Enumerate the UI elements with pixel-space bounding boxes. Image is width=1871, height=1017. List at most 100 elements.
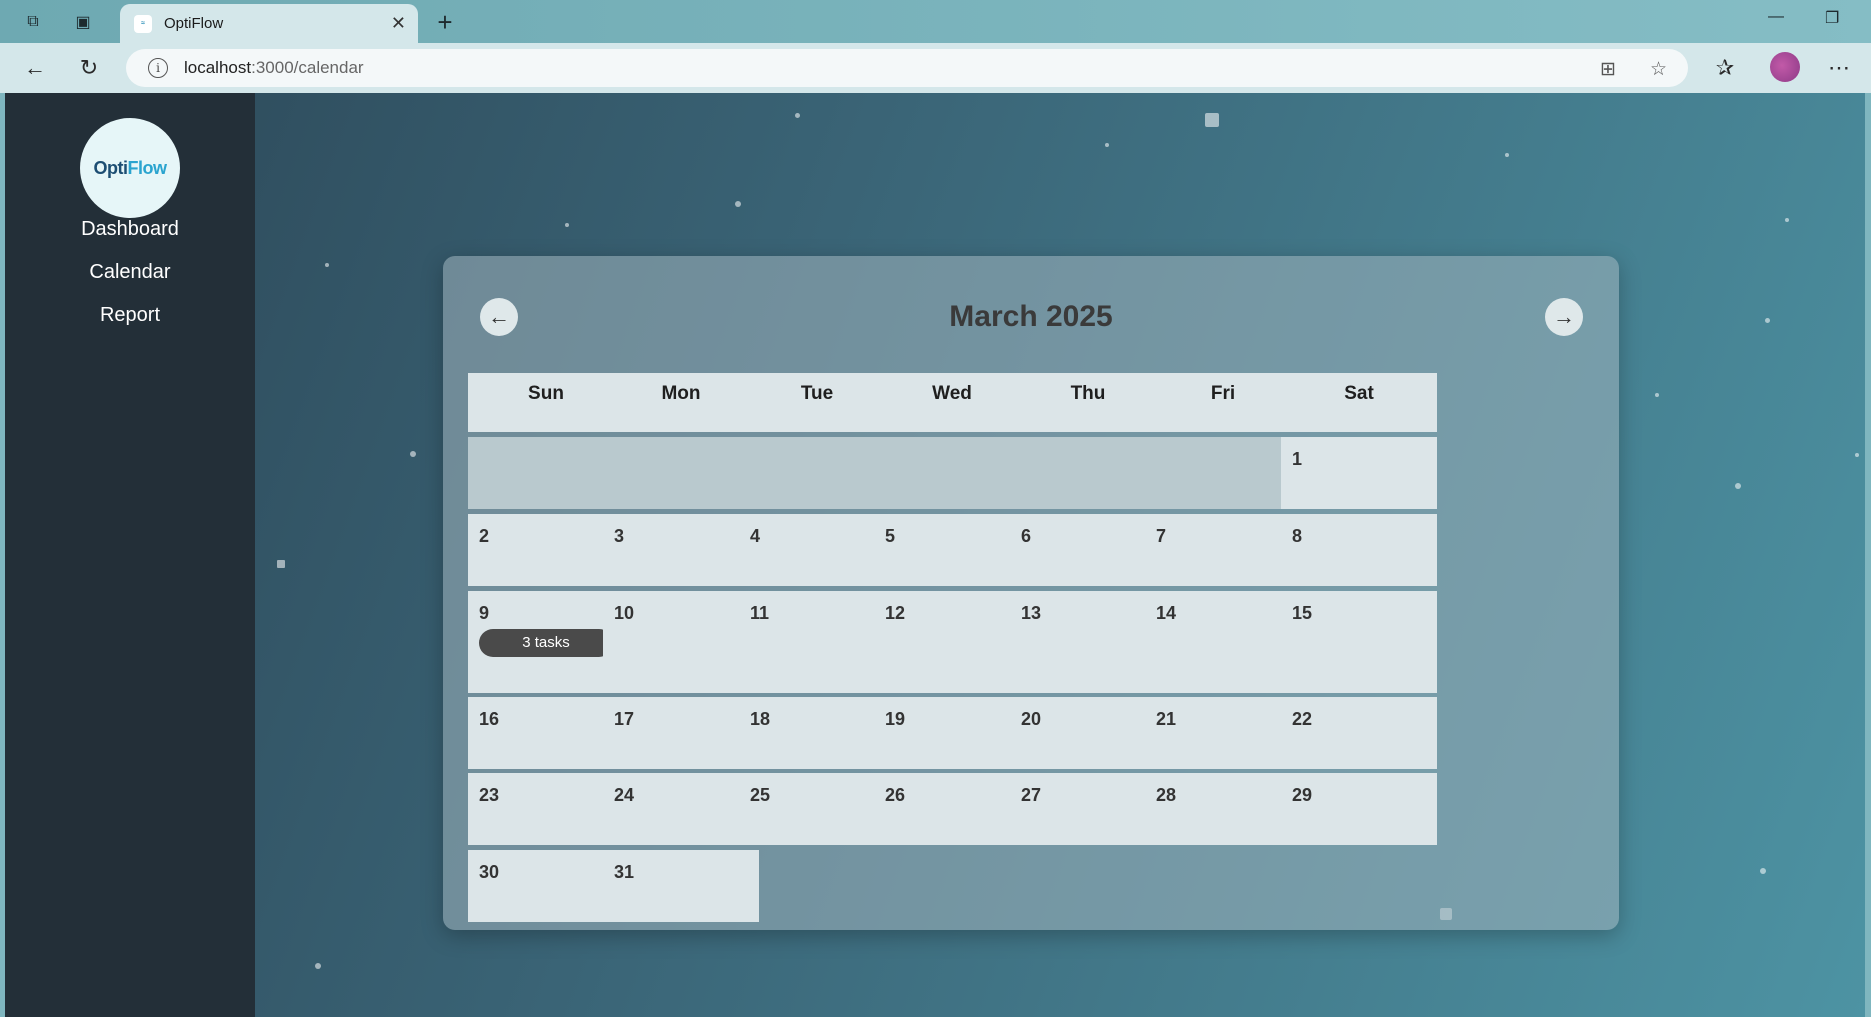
day-cell[interactable]: 14: [1145, 591, 1301, 693]
day-number: 2: [479, 526, 490, 546]
reload-icon[interactable]: ↻: [76, 55, 102, 81]
day-cell[interactable]: 25: [739, 773, 895, 845]
close-tab-icon[interactable]: ✕: [391, 13, 406, 34]
empty-day-cell: [1145, 437, 1301, 509]
sidebar-item-calendar[interactable]: Calendar: [5, 261, 255, 284]
day-cell[interactable]: 9 3 tasks: [468, 591, 624, 693]
day-number: 15: [1292, 603, 1313, 623]
day-cell[interactable]: 5: [874, 514, 1030, 586]
sidebar: OptiFlow Dashboard Calendar Report: [5, 93, 255, 1017]
day-number: 20: [1021, 709, 1042, 729]
sidebar-item-dashboard[interactable]: Dashboard: [5, 218, 255, 241]
url-text[interactable]: localhost:3000/calendar: [184, 58, 364, 78]
optiflow-favicon-icon: ≈: [134, 14, 152, 33]
day-number: 1: [1292, 449, 1303, 469]
address-bar[interactable]: i localhost:3000/calendar ⊞ ☆: [126, 49, 1688, 87]
next-month-button[interactable]: →: [1545, 298, 1583, 336]
sidebar-item-report[interactable]: Report: [5, 304, 255, 327]
day-cell[interactable]: 20: [1010, 697, 1166, 769]
weekday-header: Sun: [468, 373, 624, 432]
weekday-header: Fri: [1145, 373, 1301, 432]
weekday-header: Thu: [1010, 373, 1166, 432]
day-cell[interactable]: 27: [1010, 773, 1166, 845]
day-number: 25: [750, 785, 771, 805]
day-number: 4: [750, 526, 761, 546]
tab-title: OptiFlow: [164, 15, 224, 32]
tab-actions-icon[interactable]: ▣: [70, 9, 96, 35]
day-cell[interactable]: 26: [874, 773, 1030, 845]
day-cell[interactable]: 11: [739, 591, 895, 693]
month-title: March 2025: [949, 300, 1113, 333]
day-number: 22: [1292, 709, 1313, 729]
day-number: 5: [885, 526, 896, 546]
app-available-icon[interactable]: ⊞: [1600, 58, 1616, 81]
day-number: 28: [1156, 785, 1177, 805]
empty-day-cell: [739, 437, 895, 509]
day-cell[interactable]: 8: [1281, 514, 1437, 586]
task-count-badge[interactable]: 3 tasks: [479, 629, 613, 657]
day-number: 12: [885, 603, 906, 623]
weekday-header: Mon: [603, 373, 759, 432]
day-number: 13: [1021, 603, 1042, 623]
day-number: 31: [614, 862, 635, 882]
day-cell[interactable]: 18: [739, 697, 895, 769]
day-number: 16: [479, 709, 500, 729]
restore-icon[interactable]: ❐: [1825, 8, 1839, 28]
day-cell[interactable]: 6: [1010, 514, 1166, 586]
day-cell[interactable]: 3: [603, 514, 759, 586]
day-number: 9: [479, 603, 490, 623]
day-number: 3: [614, 526, 625, 546]
profile-avatar[interactable]: [1770, 52, 1800, 82]
day-cell[interactable]: 15: [1281, 591, 1437, 693]
day-cell[interactable]: 16: [468, 697, 624, 769]
day-number: 29: [1292, 785, 1313, 805]
day-number: 6: [1021, 526, 1032, 546]
day-number: 10: [614, 603, 635, 623]
day-cell[interactable]: 28: [1145, 773, 1301, 845]
back-icon[interactable]: ←: [22, 55, 48, 81]
weekday-header: Tue: [739, 373, 895, 432]
day-cell[interactable]: 12: [874, 591, 1030, 693]
day-cell[interactable]: 2: [468, 514, 624, 586]
day-number: 14: [1156, 603, 1177, 623]
empty-day-cell: [603, 437, 759, 509]
day-cell[interactable]: 7: [1145, 514, 1301, 586]
day-cell[interactable]: 22: [1281, 697, 1437, 769]
weekday-header: Sat: [1281, 373, 1437, 432]
day-number: 21: [1156, 709, 1177, 729]
day-cell[interactable]: 13: [1010, 591, 1166, 693]
day-cell[interactable]: 24: [603, 773, 759, 845]
day-cell[interactable]: 1: [1281, 437, 1437, 509]
favorites-icon[interactable]: ✰: [1712, 55, 1738, 81]
logo-text: OptiFlow: [93, 157, 168, 178]
new-tab-icon[interactable]: +: [432, 7, 458, 37]
browser-tab[interactable]: ≈ OptiFlow ✕: [120, 4, 418, 43]
day-number: 11: [750, 603, 770, 623]
browser-titlebar: ⧉ ▣ ≈ OptiFlow ✕ + — ❐: [0, 0, 1871, 43]
app-viewport: OptiFlow Dashboard Calendar Report ← Mar…: [5, 93, 1865, 1017]
day-cell[interactable]: 30: [468, 850, 624, 922]
day-cell[interactable]: 29: [1281, 773, 1437, 845]
optiflow-logo[interactable]: OptiFlow: [80, 118, 180, 218]
day-cell[interactable]: 19: [874, 697, 1030, 769]
day-cell[interactable]: 23: [468, 773, 624, 845]
day-cell[interactable]: 10: [603, 591, 759, 693]
workspaces-icon[interactable]: ⧉: [20, 9, 46, 35]
more-menu-icon[interactable]: ⋯: [1826, 55, 1852, 81]
day-number: 23: [479, 785, 500, 805]
day-number: 8: [1292, 526, 1303, 546]
day-number: 17: [614, 709, 635, 729]
minimize-icon[interactable]: —: [1768, 8, 1784, 26]
day-cell[interactable]: 4: [739, 514, 895, 586]
day-number: 24: [614, 785, 635, 805]
day-cell[interactable]: 17: [603, 697, 759, 769]
day-cell[interactable]: 21: [1145, 697, 1301, 769]
favorite-star-icon[interactable]: ☆: [1650, 58, 1667, 81]
day-cell[interactable]: 31: [603, 850, 759, 922]
empty-day-cell: [874, 437, 1030, 509]
day-number: 18: [750, 709, 771, 729]
empty-day-cell: [468, 437, 624, 509]
site-info-icon[interactable]: i: [148, 58, 168, 78]
calendar-panel: ← March 2025 → Sun Mon Tue Wed Thu Fri Sat 1 2 3 4…: [443, 256, 1619, 930]
day-number: 7: [1156, 526, 1167, 546]
